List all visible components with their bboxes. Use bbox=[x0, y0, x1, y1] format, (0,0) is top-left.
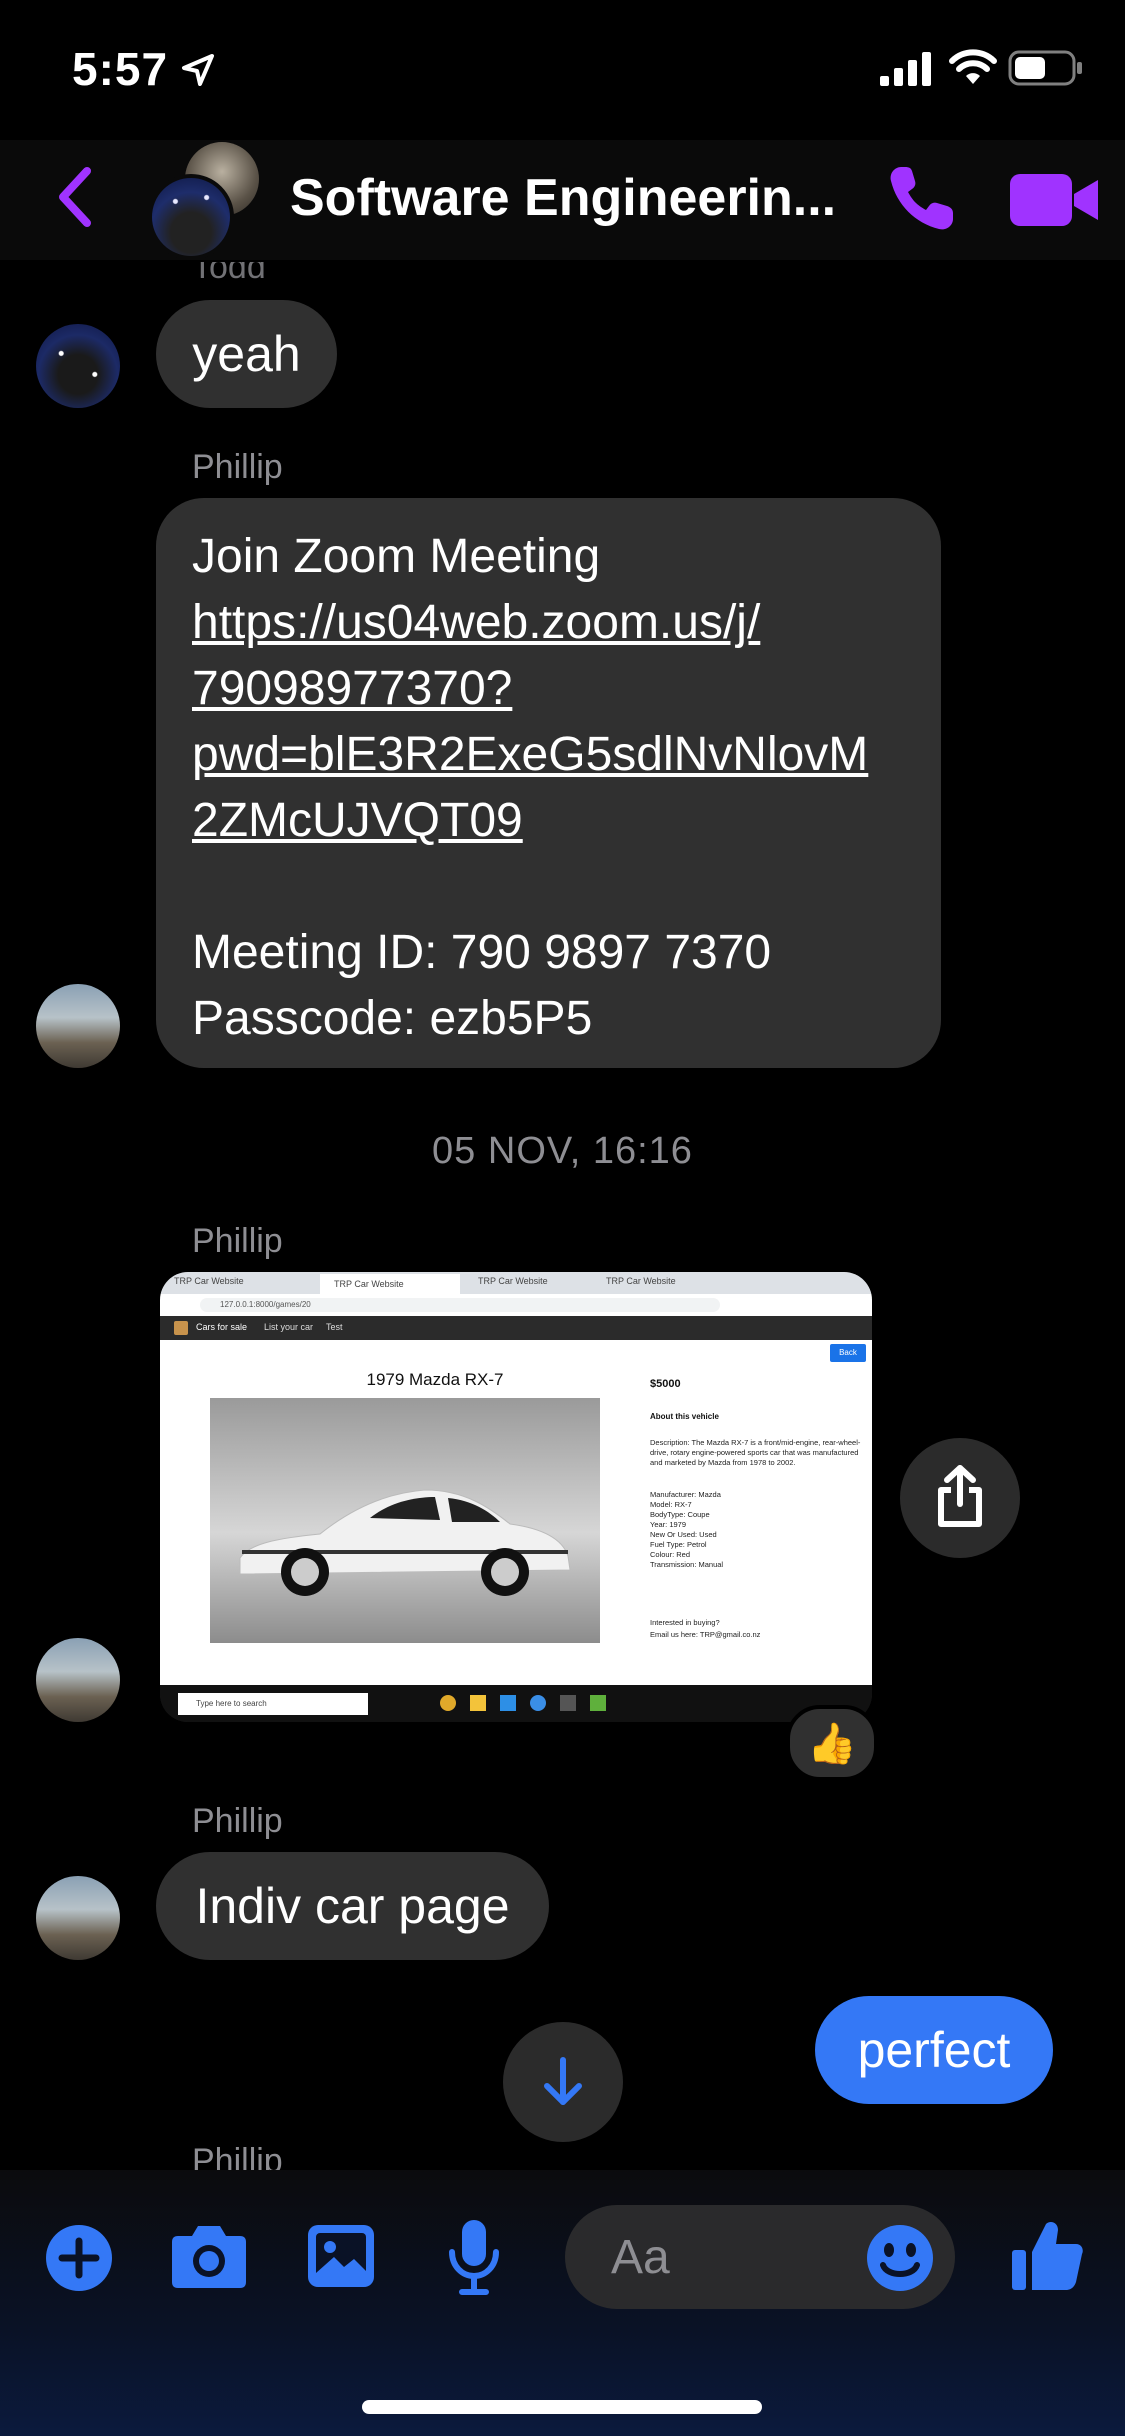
plus-circle-icon[interactable] bbox=[44, 2223, 114, 2293]
site-navbar: Cars for sale List your car Test bbox=[160, 1316, 872, 1340]
conversation-title[interactable]: Software Engineerin... bbox=[290, 168, 836, 228]
camera-icon[interactable] bbox=[170, 2222, 248, 2290]
zoom-join-text: Join Zoom Meeting bbox=[192, 530, 601, 583]
zoom-link-line[interactable]: https://us04web.zoom.us/j/ bbox=[192, 590, 905, 656]
browser-tab: TRP Car Website bbox=[606, 1276, 676, 1286]
timestamp-divider: 05 NOV, 16:16 bbox=[432, 1130, 693, 1172]
message-input[interactable]: Aa bbox=[565, 2205, 955, 2309]
share-icon bbox=[938, 1465, 982, 1527]
spec-line: Fuel Type: Petrol bbox=[650, 1540, 707, 1549]
git-taskbar-icon bbox=[590, 1695, 606, 1711]
spec-line: Transmission: Manual bbox=[650, 1560, 724, 1569]
passcode-text: Passcode: ezb5P5 bbox=[192, 992, 593, 1045]
avatar-phillip[interactable] bbox=[36, 1876, 120, 1960]
email-text: Email us here: TRP@gmail.co.nz bbox=[650, 1630, 761, 1639]
back-chevron-icon[interactable] bbox=[55, 167, 95, 227]
location-arrow-icon bbox=[182, 54, 214, 86]
phone-call-icon[interactable] bbox=[887, 163, 955, 233]
site-logo bbox=[174, 1321, 188, 1335]
sender-name-phillip: Phillip bbox=[192, 1802, 283, 1840]
message-text: perfect bbox=[857, 2022, 1011, 2078]
arrow-down-icon bbox=[544, 2057, 582, 2105]
car-photo bbox=[210, 1398, 600, 1643]
my-message-bubble[interactable]: perfect bbox=[815, 1996, 1053, 2104]
home-indicator bbox=[362, 2400, 762, 2414]
group-avatar-front[interactable] bbox=[148, 174, 234, 260]
meeting-id-text: Meeting ID: 790 9897 7370 bbox=[192, 926, 772, 979]
microphone-icon[interactable] bbox=[446, 2218, 502, 2296]
avatar-phillip[interactable] bbox=[36, 984, 120, 1068]
folder-taskbar-icon bbox=[470, 1695, 486, 1711]
url-text: 127.0.0.1:8000/games/20 bbox=[200, 1298, 720, 1312]
message-bubble[interactable]: yeah bbox=[156, 300, 337, 408]
browser-tab: TRP Car Website bbox=[478, 1276, 548, 1286]
zoom-link[interactable]: https://us04web.zoom.us/j/ 79098977370? … bbox=[192, 590, 905, 854]
photo-gallery-icon[interactable] bbox=[306, 2223, 376, 2289]
avatar-phillip[interactable] bbox=[36, 1638, 120, 1722]
car-illustration bbox=[239, 1489, 571, 1596]
thumbs-up-reaction[interactable]: 👍 bbox=[786, 1705, 878, 1781]
battery-icon bbox=[1008, 50, 1082, 86]
like-thumbs-up-icon[interactable] bbox=[1010, 2218, 1084, 2292]
site-page: Back 1979 Mazda RX-7 $5000 About this ve… bbox=[160, 1340, 872, 1685]
zoom-link-line[interactable]: 2ZMcUJVQT09 bbox=[192, 788, 905, 854]
taskbar-search: Type here to search bbox=[178, 1693, 368, 1715]
scroll-to-bottom-button[interactable] bbox=[503, 2022, 623, 2142]
wifi-icon bbox=[949, 49, 997, 84]
message-input-placeholder: Aa bbox=[611, 2231, 670, 2284]
avatar-todd[interactable] bbox=[36, 324, 120, 408]
car-price: $5000 bbox=[650, 1378, 681, 1390]
message-text: yeah bbox=[192, 326, 301, 382]
spec-line: Year: 1979 bbox=[650, 1520, 687, 1529]
car-description: Description: The Mazda RX-7 is a front/m… bbox=[650, 1438, 861, 1467]
zoom-link-line[interactable]: 79098977370? bbox=[192, 656, 905, 722]
spec-line: Manufacturer: Mazda bbox=[650, 1490, 721, 1499]
message-bubble[interactable]: Indiv car page bbox=[156, 1852, 549, 1960]
share-button[interactable] bbox=[900, 1438, 1020, 1558]
nav-list-your-car: List your car bbox=[264, 1322, 314, 1332]
zoom-link-line[interactable]: pwd=blE3R2ExeG5sdlNvNlovM bbox=[192, 722, 905, 788]
browser-tab-active: TRP Car Website bbox=[320, 1274, 460, 1294]
spec-line: Model: RX-7 bbox=[650, 1500, 692, 1509]
nav-cars-for-sale: Cars for sale bbox=[196, 1322, 248, 1332]
back-button: Back bbox=[830, 1344, 866, 1362]
chrome-taskbar-icon bbox=[440, 1695, 456, 1711]
vscode-taskbar-icon bbox=[500, 1695, 516, 1711]
emoji-icon[interactable] bbox=[865, 2223, 935, 2293]
sender-name-phillip: Phillip bbox=[192, 1222, 283, 1260]
spec-line: Colour: Red bbox=[650, 1550, 691, 1559]
interested-text: Interested in buying? bbox=[650, 1618, 720, 1627]
composer-bar bbox=[0, 2170, 1125, 2436]
status-bar: 5:57 bbox=[0, 0, 1125, 140]
about-vehicle-heading: About this vehicle bbox=[650, 1412, 719, 1421]
nav-test: Test bbox=[326, 1322, 343, 1332]
spec-line: BodyType: Coupe bbox=[650, 1510, 710, 1519]
shared-screenshot-image[interactable]: TRP Car Website TRP Car Website TRP Car … bbox=[160, 1272, 872, 1722]
spec-line: New Or Used: Used bbox=[650, 1530, 717, 1539]
windows-taskbar: Type here to search bbox=[160, 1685, 872, 1722]
browser-tab-strip: TRP Car Website TRP Car Website TRP Car … bbox=[160, 1272, 872, 1294]
edge-taskbar-icon bbox=[530, 1695, 546, 1711]
status-time: 5:57 bbox=[72, 43, 169, 95]
car-specs: Manufacturer: Mazda Model: RX-7 BodyType… bbox=[650, 1490, 862, 1570]
sender-name-phillip: Phillip bbox=[192, 448, 283, 486]
cellular-signal-icon bbox=[880, 52, 931, 86]
message-text: Indiv car page bbox=[195, 1878, 510, 1934]
reaction-emoji: 👍 bbox=[807, 1721, 857, 1766]
browser-tab: TRP Car Website bbox=[174, 1276, 244, 1286]
zoom-invite-bubble[interactable]: Join Zoom Meeting https://us04web.zoom.u… bbox=[156, 498, 941, 1068]
video-call-icon[interactable] bbox=[1008, 172, 1100, 228]
car-title: 1979 Mazda RX-7 bbox=[366, 1370, 504, 1389]
terminal-taskbar-icon bbox=[560, 1695, 576, 1711]
browser-address-bar: 127.0.0.1:8000/games/20 bbox=[160, 1294, 872, 1317]
